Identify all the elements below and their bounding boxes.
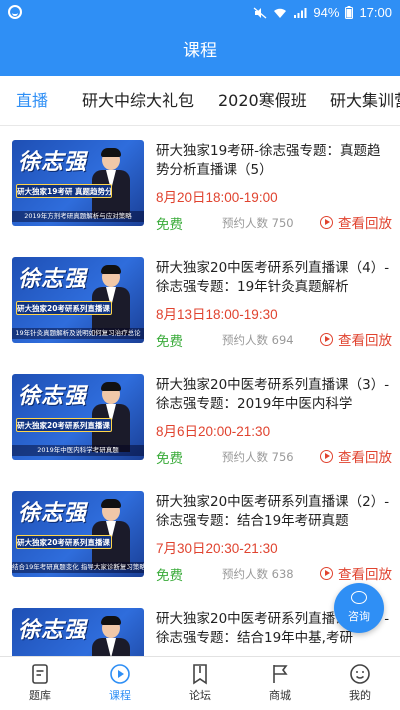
thumbnail-banner: 研大独家20考研系列直播课（4） [16,301,112,315]
booking-count: 预约人数 694 [222,333,294,347]
replay-label: 查看回放 [338,567,392,583]
tab-training-camp[interactable]: 研大集训营 [330,76,400,125]
tab-gift-package[interactable]: 研大中综大礼包 [82,76,194,125]
status-icons: 94% 17:00 [253,5,392,20]
play-circle-icon [320,332,333,346]
thumbnail-calligraphy: 徐志强 [18,266,88,292]
price-label: 免费 [156,217,183,233]
view-replay-button[interactable]: 查看回放 [320,563,392,583]
thumbnail-subtitle: 结合19年考研真题变化 指导大家诊断复习策略 [12,562,144,573]
nav-label: 题库 [29,689,51,702]
face-icon [350,664,370,684]
battery-icon [345,6,354,19]
clock: 17:00 [359,5,392,20]
battery-percent: 94% [313,5,340,20]
tab-winter-class[interactable]: 2020寒假班 [218,76,307,125]
view-replay-button[interactable]: 查看回放 [320,446,392,466]
flag-icon [273,665,288,683]
course-time: 8月20日18:00-19:00 [156,190,278,205]
course-thumbnail: 徐志强 研大独家19考研 真题趋势分析直播课（5） 2019年方剂考研真题解析与… [12,140,144,226]
replay-label: 查看回放 [338,450,392,466]
nav-mall[interactable]: 商城 [240,657,320,710]
wifi-icon [274,8,287,18]
booking-count: 预约人数 750 [222,216,294,230]
course-item[interactable]: 徐志强 研大独家20考研系列直播课（2） 结合19年考研真题变化 指导大家诊断复… [0,477,400,594]
course-thumbnail: 徐志强 研大独家20考研系列直播课（2） 结合19年考研真题变化 指导大家诊断复… [12,491,144,577]
nav-label: 我的 [349,689,371,702]
course-item[interactable]: 徐志强 研大独家20考研系列直播课（3） 2019年中医内科学考研真题 研大独家… [0,360,400,477]
nav-question-bank[interactable]: 题库 [0,657,80,710]
replay-label: 查看回放 [338,333,392,349]
thumbnail-calligraphy: 徐志强 [18,617,88,643]
thumbnail-calligraphy: 徐志强 [18,500,88,526]
tab-live[interactable]: 直播 [16,76,48,125]
replay-label: 查看回放 [338,216,392,232]
document-icon [32,664,48,684]
course-title: 研大独家19考研-徐志强专题：真题趋势分析直播课（5） [156,143,381,178]
chat-bubble-icon [351,591,367,604]
thumbnail-banner: 研大独家19考研 真题趋势分析直播课（5） [16,184,112,198]
nav-label: 课程 [109,689,131,702]
nav-label: 论坛 [189,689,211,702]
consult-button[interactable]: 咨询 [334,583,384,633]
course-time: 7月30日20:30-21:30 [156,541,278,556]
play-circle-icon [110,664,130,684]
page-title: 课程 [0,26,400,76]
teacher-photo [88,616,134,656]
bottom-nav: 题库 课程 论坛 商城 我的 [0,656,400,710]
thumbnail-subtitle: 19年针灸真题解析及说明如何复习治疗总论 [12,328,144,339]
thumbnail-banner: 研大独家20考研系列直播课（2） [16,535,112,549]
price-label: 免费 [156,451,183,467]
play-circle-icon [320,215,333,229]
course-item[interactable]: 徐志强 研大独家20考研系列直播课（4） 19年针灸真题解析及说明如何复习治疗总… [0,243,400,360]
thumbnail-subtitle: 2019年中医内科学考研真题 [12,445,144,456]
status-bar: 94% 17:00 [0,0,400,26]
thumbnail-subtitle: 2019年方剂考研真题解析与应对策略 [12,211,144,222]
nav-label: 商城 [269,689,291,702]
bookmark-icon [193,664,207,685]
course-thumbnail: 徐志强 研大独家20考研系列直播课（4） 19年针灸真题解析及说明如何复习治疗总… [12,257,144,343]
play-circle-icon [320,449,333,463]
nav-profile[interactable]: 我的 [320,657,400,710]
app-notification-icon [8,5,22,19]
course-title: 研大独家20中医考研系列直播课（3）-徐志强专题：2019年中医内科学 [156,377,390,412]
course-list: 徐志强 研大独家19考研 真题趋势分析直播课（5） 2019年方剂考研真题解析与… [0,126,400,656]
category-tabs: 直播 研大中综大礼包 2020寒假班 研大集训营 [0,76,400,126]
course-thumbnail: 徐志强 研大独家20考研系列直播课（3） 2019年中医内科学考研真题 [12,374,144,460]
price-label: 免费 [156,568,183,584]
course-title: 研大独家20中医考研系列直播课（4）-徐志强专题：19年针灸真题解析 [156,260,390,295]
play-circle-icon [320,566,333,580]
course-item[interactable]: 徐志强 研大独家19考研 真题趋势分析直播课（5） 2019年方剂考研真题解析与… [0,126,400,243]
course-title: 研大独家20中医考研系列直播课（2）-徐志强专题：结合19年考研真题 [156,494,390,529]
view-replay-button[interactable]: 查看回放 [320,329,392,349]
thumbnail-calligraphy: 徐志强 [18,383,88,409]
nav-courses[interactable]: 课程 [80,657,160,710]
course-time: 8月6日20:00-21:30 [156,424,271,439]
course-time: 8月13日18:00-19:30 [156,307,278,322]
thumbnail-calligraphy: 徐志强 [18,149,88,175]
booking-count: 预约人数 756 [222,450,294,464]
thumbnail-banner: 研大独家20考研系列直播课（3） [16,418,112,432]
view-replay-button[interactable]: 查看回放 [320,212,392,232]
signal-icon [294,7,307,18]
mute-icon [254,7,267,18]
course-thumbnail: 徐志强 [12,608,144,656]
nav-forum[interactable]: 论坛 [160,657,240,710]
consult-label: 咨询 [348,610,370,623]
price-label: 免费 [156,334,183,350]
booking-count: 预约人数 638 [222,567,294,581]
